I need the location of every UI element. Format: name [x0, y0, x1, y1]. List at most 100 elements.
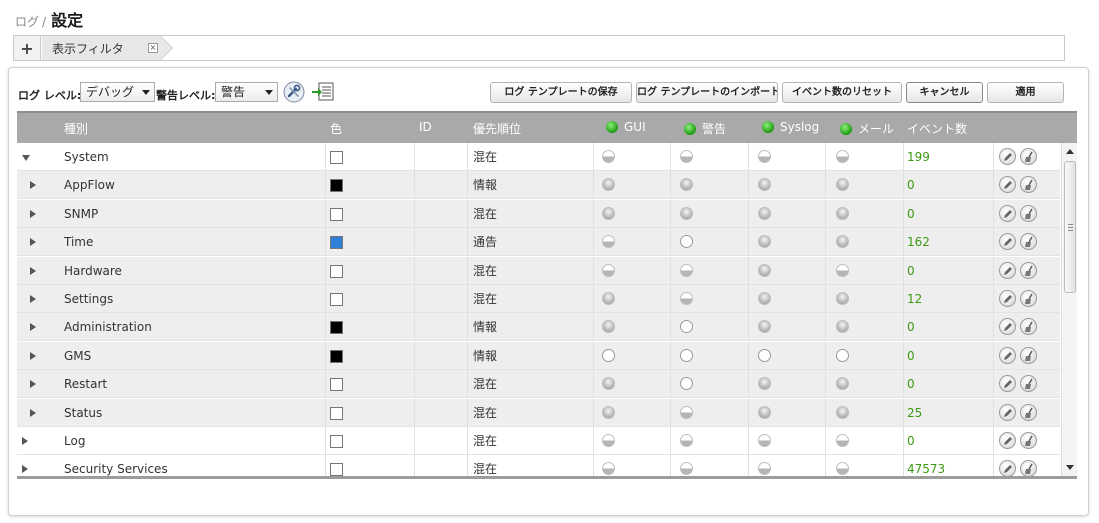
scrollbar-thumb[interactable]: [1064, 161, 1076, 293]
table-row[interactable]: Status 混在 25: [17, 399, 1060, 427]
clear-broom-icon[interactable]: [1020, 205, 1037, 222]
clear-broom-icon[interactable]: [1020, 460, 1037, 476]
collapse-arrow-icon[interactable]: [22, 155, 30, 161]
priority-value[interactable]: 混在: [473, 427, 497, 455]
color-swatch[interactable]: [330, 265, 343, 278]
header-alert[interactable]: 警告: [684, 120, 726, 137]
edit-pencil-icon[interactable]: [999, 290, 1016, 307]
gui-status-icon[interactable]: [602, 434, 615, 447]
header-priority[interactable]: 優先順位: [473, 120, 521, 137]
edit-pencil-icon[interactable]: [999, 262, 1016, 279]
clear-broom-icon[interactable]: [1020, 375, 1037, 392]
table-row[interactable]: Administration 情報 0: [17, 313, 1060, 341]
table-row[interactable]: SNMP 混在 0: [17, 200, 1060, 228]
clear-broom-icon[interactable]: [1020, 233, 1037, 250]
clear-broom-icon[interactable]: [1020, 176, 1037, 193]
header-event-count[interactable]: イベント数: [907, 120, 967, 137]
alert-status-icon[interactable]: [680, 377, 693, 390]
expand-arrow-icon[interactable]: [30, 238, 36, 246]
header-mail[interactable]: メール: [840, 120, 894, 137]
color-swatch[interactable]: [330, 208, 343, 221]
export-list-icon[interactable]: [311, 81, 334, 103]
priority-value[interactable]: 混在: [473, 200, 497, 228]
mail-status-icon[interactable]: [836, 207, 849, 220]
edit-pencil-icon[interactable]: [999, 176, 1016, 193]
scroll-up-icon[interactable]: [1066, 149, 1074, 154]
priority-value[interactable]: 混在: [473, 455, 497, 476]
mail-status-icon[interactable]: [836, 320, 849, 333]
header-color[interactable]: 色: [330, 120, 342, 137]
edit-pencil-icon[interactable]: [999, 318, 1016, 335]
color-swatch[interactable]: [330, 236, 343, 249]
mail-status-icon[interactable]: [836, 406, 849, 419]
gui-status-icon[interactable]: [602, 235, 615, 248]
expand-arrow-icon[interactable]: [30, 323, 36, 331]
alert-status-icon[interactable]: [680, 434, 693, 447]
table-row[interactable]: Log 混在 0: [17, 427, 1060, 455]
header-id[interactable]: ID: [419, 120, 432, 134]
gui-status-icon[interactable]: [602, 178, 615, 191]
mail-status-icon[interactable]: [836, 462, 849, 475]
save-template-button[interactable]: ログ テンプレートの保存: [490, 82, 632, 103]
wrench-icon[interactable]: [283, 81, 305, 103]
table-row[interactable]: Security Services 混在 47573: [17, 455, 1060, 476]
syslog-status-icon[interactable]: [758, 434, 771, 447]
syslog-status-icon[interactable]: [758, 406, 771, 419]
syslog-status-icon[interactable]: [758, 178, 771, 191]
color-swatch[interactable]: [330, 321, 343, 334]
table-row[interactable]: Settings 混在 12: [17, 285, 1060, 313]
edit-pencil-icon[interactable]: [999, 432, 1016, 449]
edit-pencil-icon[interactable]: [999, 347, 1016, 364]
alert-status-icon[interactable]: [680, 292, 693, 305]
mail-status-icon[interactable]: [836, 434, 849, 447]
header-syslog[interactable]: Syslog: [762, 120, 819, 134]
priority-value[interactable]: 混在: [473, 399, 497, 427]
filter-close-icon[interactable]: ×: [148, 43, 158, 53]
syslog-status-icon[interactable]: [758, 349, 771, 362]
priority-value[interactable]: 混在: [473, 370, 497, 398]
table-row[interactable]: AppFlow 情報 0: [17, 171, 1060, 199]
reset-event-counts-button[interactable]: イベント数のリセット: [782, 82, 902, 103]
color-swatch[interactable]: [330, 350, 343, 363]
gui-status-icon[interactable]: [602, 377, 615, 390]
edit-pencil-icon[interactable]: [999, 205, 1016, 222]
clear-broom-icon[interactable]: [1020, 432, 1037, 449]
color-swatch[interactable]: [330, 179, 343, 192]
mail-status-icon[interactable]: [836, 150, 849, 163]
table-scrollbar[interactable]: [1061, 143, 1077, 476]
gui-status-icon[interactable]: [602, 150, 615, 163]
color-swatch[interactable]: [330, 151, 343, 164]
clear-broom-icon[interactable]: [1020, 262, 1037, 279]
syslog-status-icon[interactable]: [758, 320, 771, 333]
color-swatch[interactable]: [330, 378, 343, 391]
priority-value[interactable]: 情報: [473, 313, 497, 341]
gui-status-icon[interactable]: [602, 462, 615, 475]
alert-status-icon[interactable]: [680, 349, 693, 362]
mail-status-icon[interactable]: [836, 235, 849, 248]
syslog-status-icon[interactable]: [758, 235, 771, 248]
gui-status-icon[interactable]: [602, 292, 615, 305]
clear-broom-icon[interactable]: [1020, 318, 1037, 335]
expand-arrow-icon[interactable]: [30, 267, 36, 275]
edit-pencil-icon[interactable]: [999, 233, 1016, 250]
syslog-status-icon[interactable]: [758, 264, 771, 277]
clear-broom-icon[interactable]: [1020, 290, 1037, 307]
alert-status-icon[interactable]: [680, 406, 693, 419]
edit-pencil-icon[interactable]: [999, 375, 1016, 392]
alert-status-icon[interactable]: [680, 320, 693, 333]
header-gui[interactable]: GUI: [606, 120, 646, 134]
syslog-status-icon[interactable]: [758, 462, 771, 475]
clear-broom-icon[interactable]: [1020, 148, 1037, 165]
priority-value[interactable]: 混在: [473, 257, 497, 285]
syslog-status-icon[interactable]: [758, 207, 771, 220]
edit-pencil-icon[interactable]: [999, 148, 1016, 165]
priority-value[interactable]: 情報: [473, 171, 497, 199]
log-level-select[interactable]: デバッグ: [80, 82, 155, 102]
table-row[interactable]: System 混在 199: [17, 143, 1060, 171]
table-row[interactable]: GMS 情報 0: [17, 342, 1060, 370]
gui-status-icon[interactable]: [602, 406, 615, 419]
syslog-status-icon[interactable]: [758, 377, 771, 390]
expand-arrow-icon[interactable]: [30, 380, 36, 388]
add-filter-button[interactable]: +: [14, 36, 41, 60]
mail-status-icon[interactable]: [836, 349, 849, 362]
